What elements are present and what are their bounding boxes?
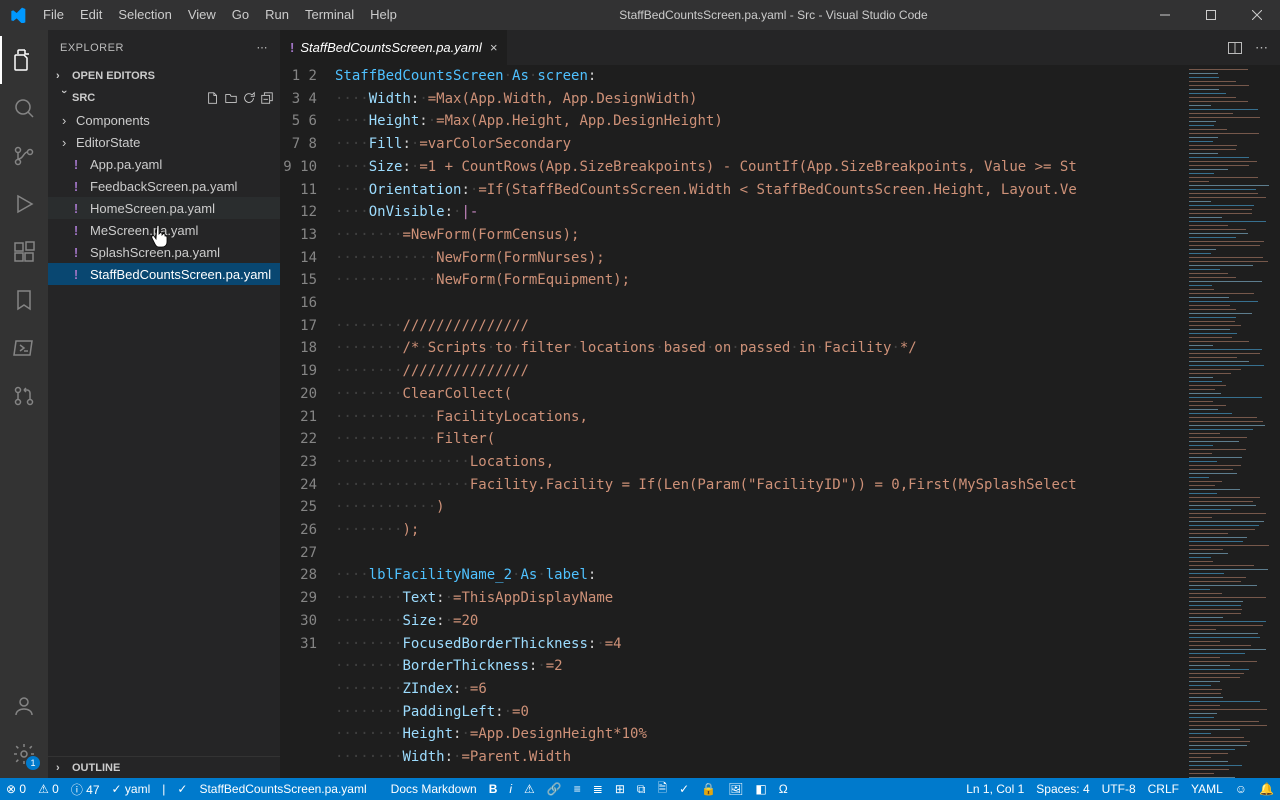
status-omega-icon[interactable]: Ω	[773, 782, 794, 796]
src-label: SRC	[72, 92, 95, 104]
explorer-header: EXPLORER ⋯	[48, 30, 280, 65]
status-lncol[interactable]: Ln 1, Col 1	[960, 782, 1030, 796]
menu-help[interactable]: Help	[362, 0, 405, 30]
tree-file[interactable]: !MeScreen.pa.yaml	[48, 219, 280, 241]
status-bar: ⊗ 0 ⚠ 0 ⓘ 47 ✓ yaml | ✓ StaffBedCountsSc…	[0, 778, 1280, 800]
chevron-right-icon: ›	[56, 762, 72, 774]
status-bold[interactable]: B	[483, 782, 504, 796]
explorer-title: EXPLORER	[60, 42, 124, 54]
status-img-icon[interactable]: 🖼	[722, 782, 749, 796]
window-controls	[1142, 0, 1280, 30]
source-control-icon[interactable]	[0, 132, 48, 180]
status-chain-icon[interactable]: ⧉	[631, 782, 652, 797]
vscode-logo-icon	[0, 7, 35, 23]
minimap[interactable]	[1184, 65, 1280, 778]
status-list-icon[interactable]: ≡	[568, 782, 587, 796]
status-info[interactable]: ⓘ 47	[65, 781, 106, 798]
status-docsmd[interactable]: Docs Markdown	[385, 782, 483, 796]
status-lock-icon[interactable]: 🔒	[695, 782, 722, 796]
settings-badge: 1	[26, 756, 40, 770]
tab-bar: ! StaffBedCountsScreen.pa.yaml × ⋯	[280, 30, 1280, 65]
title-bar: File Edit Selection View Go Run Terminal…	[0, 0, 1280, 30]
tree-file[interactable]: !App.pa.yaml	[48, 153, 280, 175]
open-editors-section[interactable]: › OPEN EDITORS	[48, 65, 280, 87]
status-file[interactable]: StaffBedCountsScreen.pa.yaml	[193, 782, 372, 796]
editor-more-icon[interactable]: ⋯	[1255, 40, 1268, 56]
status-language[interactable]: YAML	[1185, 782, 1229, 796]
close-button[interactable]	[1234, 0, 1280, 30]
menu-edit[interactable]: Edit	[72, 0, 110, 30]
file-tree: ›Components›EditorState!App.pa.yaml!Feed…	[48, 109, 280, 756]
status-numlist-icon[interactable]: ≣	[587, 782, 609, 796]
status-italic[interactable]: i	[503, 782, 518, 796]
outline-section[interactable]: › OUTLINE	[48, 756, 280, 778]
status-link-icon[interactable]: 🔗	[541, 782, 568, 796]
bookmarks-icon[interactable]	[0, 276, 48, 324]
open-editors-label: OPEN EDITORS	[72, 70, 155, 82]
minimize-button[interactable]	[1142, 0, 1188, 30]
status-errors[interactable]: ⊗ 0	[0, 782, 32, 796]
chevron-right-icon: ›	[56, 70, 72, 82]
status-bell-icon[interactable]: 🔔	[1253, 782, 1280, 796]
tab-filename: StaffBedCountsScreen.pa.yaml	[300, 40, 481, 55]
new-file-icon[interactable]	[206, 91, 220, 105]
menu-selection[interactable]: Selection	[110, 0, 179, 30]
tree-file[interactable]: !SplashScreen.pa.yaml	[48, 241, 280, 263]
explorer-more-icon[interactable]: ⋯	[257, 41, 269, 54]
status-addbox-icon[interactable]: ⊞	[609, 782, 631, 796]
settings-gear-icon[interactable]: 1	[0, 730, 48, 778]
activity-bar: 1	[0, 30, 48, 778]
split-editor-icon[interactable]	[1227, 40, 1243, 56]
maximize-button[interactable]	[1188, 0, 1234, 30]
code-content[interactable]: StaffBedCountsScreen·As·screen: ····Widt…	[335, 65, 1184, 778]
tab-active[interactable]: ! StaffBedCountsScreen.pa.yaml ×	[280, 30, 508, 65]
tree-file[interactable]: !StaffBedCountsScreen.pa.yaml	[48, 263, 280, 285]
chevron-down-icon: ›	[58, 90, 70, 106]
accounts-icon[interactable]	[0, 682, 48, 730]
status-yaml[interactable]: ✓ yaml	[106, 782, 157, 796]
status-preview-icon[interactable]: ◧	[749, 782, 772, 796]
status-check[interactable]: ✓	[171, 782, 193, 796]
tree-folder[interactable]: ›Components	[48, 109, 280, 131]
line-gutter: 1 2 3 4 5 6 7 8 9 10 11 12 13 14 15 16 1…	[280, 65, 335, 778]
status-spaces[interactable]: Spaces: 4	[1030, 782, 1095, 796]
status-alert-icon[interactable]: ⚠	[518, 782, 541, 796]
status-cleanup-icon[interactable]: ✓	[673, 782, 695, 796]
src-section[interactable]: › SRC	[48, 87, 280, 109]
status-eol[interactable]: CRLF	[1142, 782, 1185, 796]
menu-run[interactable]: Run	[257, 0, 297, 30]
search-icon[interactable]	[0, 84, 48, 132]
tree-file[interactable]: !HomeScreen.pa.yaml	[48, 197, 280, 219]
powershell-icon[interactable]	[0, 324, 48, 372]
editor-area: ! StaffBedCountsScreen.pa.yaml × ⋯ 1 2 3…	[280, 30, 1280, 778]
status-warnings[interactable]: ⚠ 0	[32, 782, 65, 796]
extensions-icon[interactable]	[0, 228, 48, 276]
collapse-all-icon[interactable]	[260, 91, 274, 105]
explorer-icon[interactable]	[0, 36, 48, 84]
outline-label: OUTLINE	[72, 762, 120, 774]
status-encoding[interactable]: UTF-8	[1096, 782, 1142, 796]
explorer-sidebar: EXPLORER ⋯ › OPEN EDITORS › SRC ›Compone…	[48, 30, 280, 778]
menu-bar: File Edit Selection View Go Run Terminal…	[35, 0, 405, 30]
git-pr-icon[interactable]	[0, 372, 48, 420]
menu-go[interactable]: Go	[224, 0, 257, 30]
status-sep: |	[156, 782, 171, 796]
yaml-file-icon: !	[290, 40, 294, 55]
run-debug-icon[interactable]	[0, 180, 48, 228]
tree-folder[interactable]: ›EditorState	[48, 131, 280, 153]
menu-view[interactable]: View	[180, 0, 224, 30]
close-tab-icon[interactable]: ×	[490, 40, 498, 55]
status-feedback-icon[interactable]: ☺	[1229, 782, 1253, 796]
new-folder-icon[interactable]	[224, 91, 238, 105]
status-file-icon[interactable]: 🗎	[651, 779, 673, 800]
menu-terminal[interactable]: Terminal	[297, 0, 362, 30]
window-title: StaffBedCountsScreen.pa.yaml - Src - Vis…	[405, 8, 1142, 22]
refresh-icon[interactable]	[242, 91, 256, 105]
tree-file[interactable]: !FeedbackScreen.pa.yaml	[48, 175, 280, 197]
menu-file[interactable]: File	[35, 0, 72, 30]
